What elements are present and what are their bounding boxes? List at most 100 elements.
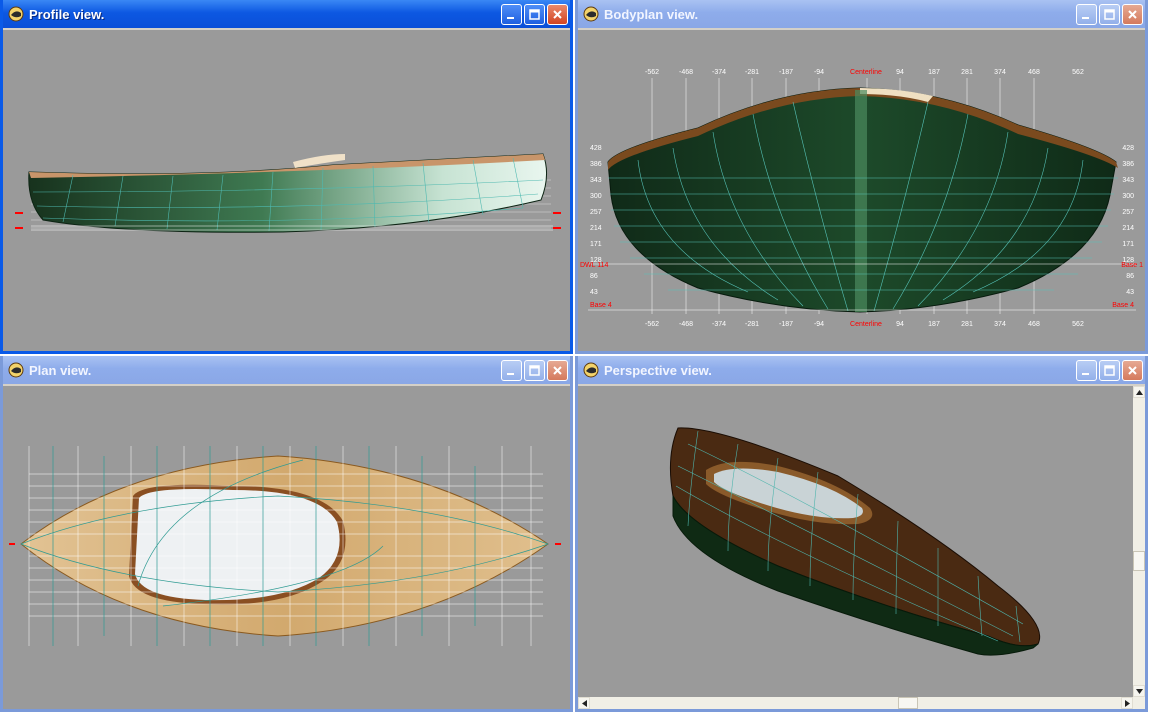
top-tick-label: -281	[745, 69, 759, 76]
bottom-tick-label: -468	[679, 321, 693, 328]
vertical-scrollbar[interactable]	[1133, 386, 1145, 697]
minimize-button[interactable]	[501, 360, 522, 381]
minimize-button[interactable]	[1076, 4, 1097, 25]
bottom-tick-label: -187	[779, 321, 793, 328]
close-button[interactable]	[1122, 360, 1143, 381]
top-tick-label: 374	[994, 69, 1006, 76]
height-label-left: 257	[590, 209, 602, 216]
minimize-button[interactable]	[1076, 360, 1097, 381]
top-tick-label: 562	[1072, 69, 1084, 76]
close-icon	[553, 10, 562, 19]
height-label-right: 343	[1122, 177, 1134, 184]
top-tick-label: 94	[896, 69, 904, 76]
app-icon	[8, 6, 24, 22]
maximize-button[interactable]	[1099, 360, 1120, 381]
maximize-button[interactable]	[1099, 4, 1120, 25]
perspective-viewport[interactable]	[578, 384, 1145, 709]
plan-drawing	[9, 446, 561, 646]
bodyplan-drawing: -562 -468 -374 -281 -187 -94 94 187 281 …	[580, 69, 1143, 328]
minimize-icon	[507, 373, 514, 375]
scroll-corner	[1133, 697, 1145, 709]
maximize-icon	[1104, 365, 1115, 376]
perspective-view-window[interactable]: Perspective view.	[575, 356, 1148, 712]
title-bar[interactable]: Perspective view.	[578, 356, 1145, 384]
horizontal-scrollbar[interactable]	[578, 697, 1133, 709]
bodyplan-viewport[interactable]: -562 -468 -374 -281 -187 -94 94 187 281 …	[578, 28, 1145, 351]
plan-view-window[interactable]: Plan view.	[0, 356, 573, 712]
bottom-tick-label: -374	[712, 321, 726, 328]
height-label-left: 386	[590, 161, 602, 168]
bottom-tick-label: -562	[645, 321, 659, 328]
bottom-tick-label: 562	[1072, 321, 1084, 328]
base-4-label-left: Base 4	[590, 302, 612, 309]
maximize-button[interactable]	[524, 360, 545, 381]
top-tick-label: -468	[679, 69, 693, 76]
arrow-up-icon	[1135, 389, 1143, 395]
close-icon	[553, 366, 562, 375]
bottom-tick-label: 94	[896, 321, 904, 328]
title-bar[interactable]: Bodyplan view.	[578, 0, 1145, 28]
close-icon	[1128, 10, 1137, 19]
height-label-right: 257	[1122, 209, 1134, 216]
profile-viewport[interactable]	[3, 28, 570, 351]
arrow-down-icon	[1135, 688, 1143, 694]
window-title: Bodyplan view.	[604, 6, 699, 22]
bodyplan-view-window[interactable]: Bodyplan view. -562 -468 -374 -281 -187 …	[575, 0, 1148, 354]
bottom-tick-label: 187	[928, 321, 940, 328]
height-label-right: 214	[1122, 225, 1134, 232]
height-label-right: 86	[1126, 273, 1134, 280]
close-button[interactable]	[547, 4, 568, 25]
vertical-scroll-thumb[interactable]	[1133, 551, 1145, 571]
height-label-right: 386	[1122, 161, 1134, 168]
minimize-button[interactable]	[501, 4, 522, 25]
top-tick-label: 281	[961, 69, 973, 76]
profile-drawing	[15, 153, 561, 233]
bottom-tick-label: -281	[745, 321, 759, 328]
height-label-left: 343	[590, 177, 602, 184]
scroll-right-button[interactable]	[1121, 697, 1133, 709]
dwl-label: DWL 114	[580, 262, 609, 269]
app-icon	[583, 362, 599, 378]
top-tick-label: 187	[928, 69, 940, 76]
base-1-label: Base 1	[1121, 262, 1143, 269]
maximize-icon	[529, 365, 540, 376]
scroll-up-button[interactable]	[1133, 386, 1145, 398]
app-icon	[8, 362, 24, 378]
bottom-tick-label: 374	[994, 321, 1006, 328]
height-label-left: 171	[590, 241, 602, 248]
maximize-icon	[1104, 9, 1115, 20]
arrow-right-icon	[1124, 699, 1130, 707]
height-label-left: 214	[590, 225, 602, 232]
scroll-down-button[interactable]	[1133, 685, 1145, 697]
maximize-button[interactable]	[524, 4, 545, 25]
arrow-left-icon	[581, 699, 587, 707]
scroll-left-button[interactable]	[578, 697, 590, 709]
top-tick-label: -94	[814, 69, 824, 76]
profile-view-window[interactable]: Profile view.	[0, 0, 573, 354]
minimize-icon	[1082, 373, 1089, 375]
height-label-left: 300	[590, 193, 602, 200]
close-icon	[1128, 366, 1137, 375]
window-title: Profile view.	[29, 6, 105, 22]
height-label-right: 171	[1122, 241, 1134, 248]
height-label-left: 43	[590, 289, 598, 296]
bottom-tick-label: 281	[961, 321, 973, 328]
top-tick-label: 468	[1028, 69, 1040, 76]
top-tick-label: -562	[645, 69, 659, 76]
minimize-icon	[1082, 17, 1089, 19]
window-title: Plan view.	[29, 362, 92, 378]
title-bar[interactable]: Profile view.	[3, 0, 570, 28]
plan-viewport[interactable]	[3, 384, 570, 709]
app-icon	[583, 6, 599, 22]
height-label-right: 300	[1122, 193, 1134, 200]
top-tick-label: -187	[779, 69, 793, 76]
maximize-icon	[529, 9, 540, 20]
horizontal-scroll-thumb[interactable]	[898, 697, 918, 709]
close-button[interactable]	[1122, 4, 1143, 25]
base-4-label-right: Base 4	[1112, 302, 1134, 309]
window-title: Perspective view.	[604, 362, 712, 378]
bottom-tick-label: 468	[1028, 321, 1040, 328]
title-bar[interactable]: Plan view.	[3, 356, 570, 384]
close-button[interactable]	[547, 360, 568, 381]
centerline-label: Centerline	[850, 69, 882, 76]
